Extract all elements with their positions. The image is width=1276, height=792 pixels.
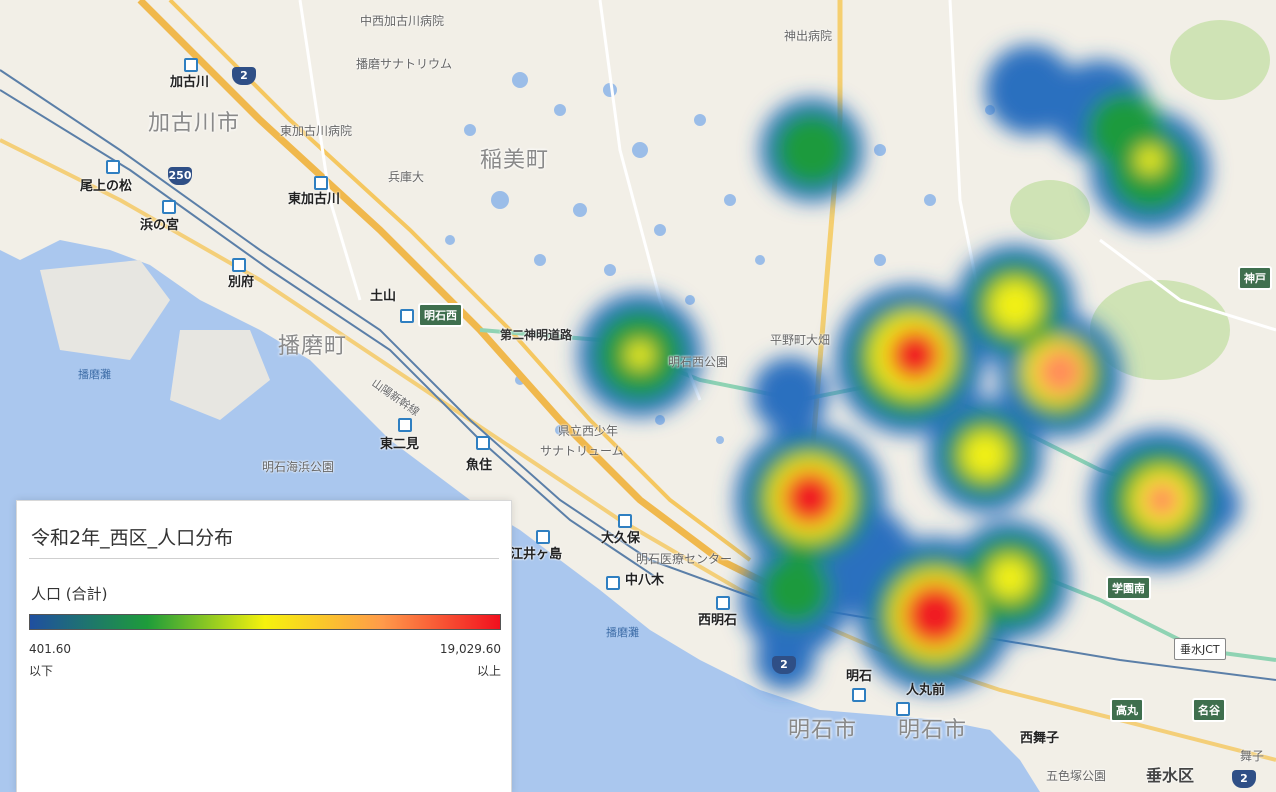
station-label: 江井ヶ島 [510, 547, 563, 562]
legend-min-value: 401.60 [29, 642, 71, 656]
city-label-inami: 稲美町 [480, 148, 550, 173]
legend-measure-label: 人口 (合計) [31, 585, 108, 603]
station-marker-icon [314, 176, 328, 190]
interchange-badge: 学園南 [1106, 576, 1151, 600]
station-marker-icon [400, 309, 414, 323]
station-label: 西明石 [698, 613, 738, 628]
station-marker-icon [896, 702, 910, 716]
station-label: 人丸前 [906, 683, 946, 698]
poi-label: 明石医療センター [636, 552, 733, 566]
route-shield: 2 [232, 67, 256, 85]
station-label: 別府 [228, 275, 255, 290]
station-label: 土山 [370, 289, 397, 304]
map-canvas[interactable]: 加古川市 稲美町 播磨町 明石市 明石市 垂水区 加古川 尾上の松 浜の宮 別府… [0, 0, 1276, 792]
station-label: 東二見 [380, 437, 420, 452]
station-label: 魚住 [466, 458, 493, 473]
station-label: 中八木 [625, 573, 665, 588]
interchange-badge: 明石西 [418, 303, 463, 327]
sea-label: 播磨灘 [606, 626, 639, 639]
legend-divider [29, 558, 499, 559]
poi-label: 明石海浜公園 [262, 460, 335, 474]
station-marker-icon [232, 258, 246, 272]
station-marker-icon [716, 596, 730, 610]
park-area [1010, 180, 1090, 240]
poi-label: 五色塚公園 [1046, 769, 1107, 783]
interchange-badge: 名谷 [1192, 698, 1226, 722]
interchange-badge: 高丸 [1110, 698, 1144, 722]
station-label: 西舞子 [1020, 731, 1060, 746]
legend-max-value: 19,029.60 [439, 642, 501, 656]
route-shield: 2 [772, 656, 796, 674]
poi-label: 中西加古川病院 [360, 14, 445, 28]
station-label: 加古川 [170, 75, 210, 90]
station-marker-icon [106, 160, 120, 174]
station-marker-icon [618, 514, 632, 528]
city-label-kakogawa: 加古川市 [148, 111, 241, 136]
poi-label: サナトリューム [540, 444, 624, 458]
station-label: 尾上の松 [80, 179, 133, 194]
legend-title: 令和2年_西区_人口分布 [31, 527, 234, 549]
station-marker-icon [184, 58, 198, 72]
sea-label: 播磨灘 [78, 368, 111, 381]
station-marker-icon [476, 436, 490, 450]
station-label: 東加古川 [288, 192, 341, 207]
poi-label: 平野町大畑 [770, 333, 831, 347]
station-marker-icon [852, 688, 866, 702]
legend-min-suffix: 以下 [29, 664, 54, 678]
city-label-akashi-2: 明石市 [898, 718, 968, 743]
route-shield: 2 [1232, 770, 1256, 788]
poi-label: 明石西公園 [668, 355, 729, 369]
local-road [298, 0, 362, 301]
interchange-badge: 神戸 [1238, 266, 1272, 290]
poi-label: 兵庫大 [388, 170, 425, 184]
poi-label: 播磨サナトリウム [356, 57, 453, 71]
local-road [948, 0, 982, 301]
legend-max-suffix: 以上 [476, 664, 501, 678]
legend-color-scale [29, 614, 501, 630]
station-marker-icon [606, 576, 620, 590]
poi-label: 東加古川病院 [280, 124, 353, 138]
station-label: 浜の宮 [140, 218, 180, 233]
route-shield: 250 [168, 167, 192, 185]
station-marker-icon [536, 530, 550, 544]
park-area [1170, 20, 1270, 100]
legend-panel: 令和2年_西区_人口分布 人口 (合計) 401.60 以下 19,029.60… [16, 500, 512, 792]
city-label-harima: 播磨町 [278, 334, 348, 359]
city-label-akashi: 明石市 [788, 718, 858, 743]
poi-label: 神出病院 [784, 29, 833, 43]
poi-label: 舞子 [1240, 749, 1265, 763]
city-label-tarumi: 垂水区 [1146, 766, 1195, 785]
station-marker-icon [398, 418, 412, 432]
station-label: 明石 [846, 669, 873, 684]
station-label: 大久保 [601, 531, 641, 546]
expressway-label: 第二神明道路 [500, 328, 573, 342]
station-marker-icon [162, 200, 176, 214]
junction-badge: 垂水JCT [1174, 638, 1226, 660]
poi-label: 県立西少年 [558, 424, 619, 438]
